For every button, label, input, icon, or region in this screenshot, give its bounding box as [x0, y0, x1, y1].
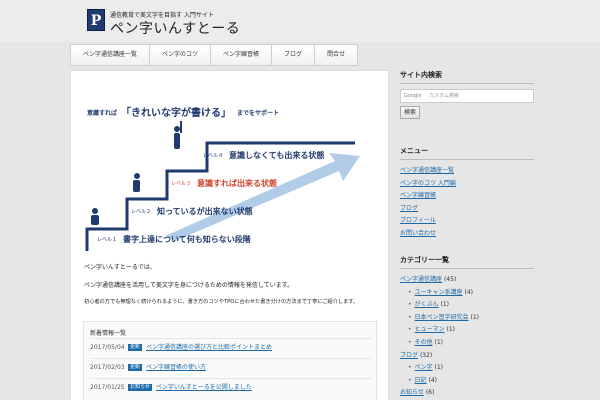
nav-item-practice[interactable]: ペン字練習帳	[210, 44, 273, 66]
level2-label: レベル２	[131, 209, 151, 215]
category-link[interactable]: ヒューマン	[415, 326, 445, 333]
bullet-icon: •	[408, 364, 412, 372]
category-count: (32)	[419, 351, 433, 359]
sidebar-link-practice[interactable]: ペン字練習帳	[400, 190, 534, 203]
news-category-badge: 更新	[128, 344, 143, 351]
sidebar-link-profile[interactable]: プロフィール	[400, 215, 534, 228]
site-title[interactable]: ペン字いんすとーる	[110, 18, 240, 38]
search-placeholder: カスタム検索	[429, 93, 460, 99]
news-date: 2017/02/03	[90, 364, 125, 371]
category-item[interactable]: ペン字通信講座 (45)	[400, 274, 534, 287]
bullet-icon: •	[408, 376, 412, 384]
level1-label: レベル１	[97, 237, 117, 243]
news-link[interactable]: ペン字通信講座の選び方と比較ポイントまとめ	[146, 344, 272, 351]
category-item[interactable]: • ユーキャン系講座 (4)	[400, 287, 534, 300]
level4-text: 意識しなくても出来る状態	[229, 150, 324, 160]
menu-widget-title: メニュー	[400, 146, 534, 160]
news-date: 2017/01/25	[90, 384, 125, 391]
category-link[interactable]: お知らせ	[400, 389, 424, 396]
news-category-badge: 更新	[128, 364, 143, 371]
category-count: (4)	[464, 288, 473, 296]
nav-item-tips[interactable]: ペン字のコツ	[149, 44, 212, 66]
news-row[interactable]: 2017/02/03 更新 ペン字練習帳の使い方	[90, 358, 372, 378]
category-count: (45)	[443, 276, 457, 283]
search-input[interactable]: Google カスタム検索	[400, 89, 534, 103]
category-count: (1)	[470, 313, 479, 321]
search-engine-label: Google	[404, 93, 422, 99]
category-count: (4)	[428, 376, 437, 384]
bullet-icon: •	[408, 288, 412, 296]
category-link[interactable]: その他	[415, 339, 433, 346]
search-button[interactable]: 検索	[400, 106, 420, 119]
bullet-icon: •	[408, 301, 412, 309]
figure-standing-icon	[174, 121, 182, 149]
category-count: (6)	[425, 389, 435, 397]
bullet-icon: •	[408, 313, 412, 321]
figure-walking-icon	[133, 173, 140, 192]
category-count: (1)	[434, 364, 443, 372]
category-item[interactable]: • ペン字 (1)	[400, 362, 534, 375]
sidebar-link-courses[interactable]: ペン字通信講座一覧	[400, 165, 534, 178]
search-widget-title: サイト内検索	[400, 70, 534, 84]
news-row[interactable]: 2017/01/25 お知らせ ペン字いんすとーるを公開しました	[90, 378, 372, 398]
news-link[interactable]: ペン字いんすとーるを公開しました	[156, 384, 252, 391]
category-item[interactable]: • 日本ペン習字研究会 (1)	[400, 312, 534, 325]
hero-banner-suffix: までをサポート	[237, 109, 279, 117]
nav-item-blog[interactable]: ブログ	[271, 44, 316, 66]
category-count: (1)	[440, 301, 449, 309]
category-link[interactable]: がくぶん	[415, 301, 439, 308]
bullet-icon: •	[408, 338, 412, 346]
category-link[interactable]: ユーキャン系講座	[415, 289, 463, 296]
news-box: 新着情報一覧 2017/05/04 更新 ペン字通信講座の選び方と比較ポイントまとめ…	[83, 321, 377, 400]
category-widget: カテゴリー一覧 ペン字通信講座 (45) • ユーキャン系講座 (4) • がくぶん…	[400, 255, 534, 400]
category-link[interactable]: ブログ	[400, 352, 418, 359]
level1-text: 書字上達について何も知らない段階	[123, 234, 251, 244]
category-item[interactable]: • 日記 (4)	[400, 375, 534, 388]
category-link[interactable]: 日記	[415, 377, 427, 384]
menu-widget: メニュー ペン字通信講座一覧 ペン字のコツ 入門編 ペン字練習帳 ブログ プロフ…	[400, 146, 534, 240]
category-item[interactable]: • その他 (1)	[400, 337, 534, 350]
sidebar-link-tips[interactable]: ペン字のコツ 入門編	[400, 178, 534, 191]
category-link[interactable]: ペン字通信講座	[400, 276, 442, 283]
nav-item-contact[interactable]: 問合せ	[314, 44, 359, 66]
intro-line-1: ペン字いんすとーるでは、	[84, 264, 156, 271]
level4-label: レベル４	[203, 153, 223, 159]
category-count: (1)	[446, 326, 455, 334]
nav-item-courses[interactable]: ペン字通信講座一覧	[70, 44, 151, 66]
site-header: P 通信教育で美文字を目指す 入門サイト ペン字いんすとーる	[0, 0, 600, 42]
news-title: 新着情報一覧	[90, 330, 127, 337]
intro-line-3: 初心者の方でも無理なく続けられるように、書き方のコツやTPOに合わせた書き分けの…	[84, 299, 359, 305]
sidebar-link-contact[interactable]: お問い合わせ	[400, 228, 534, 241]
hero-banner-highlight: 「きれいな字が書ける」	[121, 106, 231, 119]
intro-line-2: ペン字通信講座を活用して美文字を身につけるための情報を発信しています。	[84, 282, 294, 289]
news-category-badge: お知らせ	[128, 384, 152, 391]
news-row[interactable]: 2017/05/04 更新 ペン字通信講座の選び方と比較ポイントまとめ	[90, 338, 372, 358]
rising-arrow-icon	[165, 153, 360, 241]
level2-text: 知っているが出来ない状態	[157, 206, 253, 216]
category-item[interactable]: • がくぶん (1)	[400, 299, 534, 312]
level3-label: レベル３	[171, 181, 191, 187]
news-date: 2017/05/04	[90, 344, 125, 351]
main-content: 意識すれば 「きれいな字が書ける」 までをサポート レベル１ 書字上達について何…	[70, 70, 389, 400]
bullet-icon: •	[408, 326, 412, 334]
figure-crouching-icon	[91, 208, 99, 225]
level3-text: 意識すれば出来る状態	[197, 178, 277, 188]
category-item[interactable]: お知らせ (6)	[400, 387, 534, 400]
logo-icon[interactable]: P	[87, 9, 105, 31]
hero-stairs-image: 意識すれば 「きれいな字が書ける」 までをサポート レベル１ 書字上達について何…	[85, 106, 360, 251]
category-widget-title: カテゴリー一覧	[400, 255, 534, 269]
news-link[interactable]: ペン字練習帳の使い方	[146, 364, 206, 371]
category-link[interactable]: ペン字	[415, 364, 433, 371]
category-item[interactable]: • ヒューマン (1)	[400, 324, 534, 337]
category-item[interactable]: ブログ (32)	[400, 350, 534, 363]
sidebar-link-blog[interactable]: ブログ	[400, 203, 534, 216]
global-nav: ペン字通信講座一覧 ペン字のコツ ペン字練習帳 ブログ 問合せ	[70, 44, 359, 66]
category-count: (1)	[434, 338, 443, 346]
hero-banner-prefix: 意識すれば	[87, 109, 117, 117]
search-widget: サイト内検索 Google カスタム検索 検索	[400, 70, 534, 119]
category-link[interactable]: 日本ペン習字研究会	[415, 314, 469, 321]
